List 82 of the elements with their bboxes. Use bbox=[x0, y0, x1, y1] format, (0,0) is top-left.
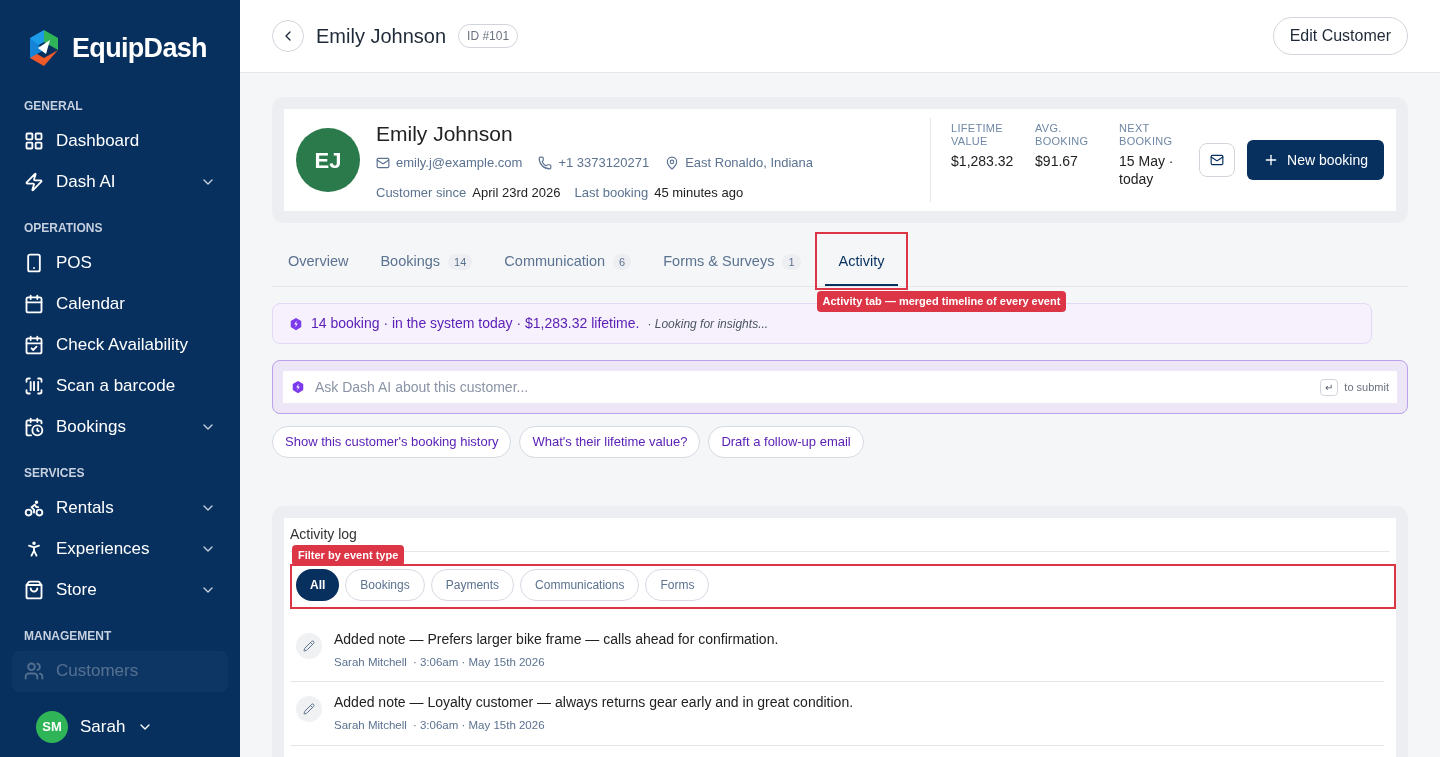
field-value: 45 minutes ago bbox=[654, 183, 744, 202]
calendar-check-icon bbox=[24, 335, 44, 355]
filter-chip[interactable]: All bbox=[296, 569, 340, 601]
customer-location: East Ronaldo, Indiana bbox=[685, 154, 814, 173]
customer-avatar: EJ bbox=[296, 128, 360, 192]
filter-chip[interactable]: Communications bbox=[520, 569, 640, 601]
filter-chip[interactable]: Forms bbox=[645, 569, 710, 601]
sidebar-item[interactable]: Dashboard bbox=[24, 120, 216, 162]
entry-time: · 3:06am · May 15th 2026 bbox=[412, 655, 545, 670]
count-badge: 1 bbox=[782, 253, 801, 271]
count-badge: 6 bbox=[613, 253, 632, 271]
sidebar-item[interactable]: Calendar bbox=[24, 283, 216, 325]
submit-hint: to submit bbox=[1344, 379, 1389, 395]
entry-time: · 3:06am · May 15th 2026 bbox=[412, 718, 545, 734]
field-label: Customer since bbox=[376, 183, 467, 202]
ai-bolt-icon bbox=[291, 380, 305, 394]
stat-label: LIFETIME VALUE bbox=[951, 122, 1004, 148]
entry-author: Sarah Mitchell bbox=[334, 718, 407, 734]
field-value: April 23rd 2026 bbox=[472, 183, 561, 202]
sidebar-item[interactable]: Bookings bbox=[24, 406, 216, 448]
tab[interactable]: Forms & Surveys 1 bbox=[649, 240, 815, 286]
new-booking-button[interactable]: New booking bbox=[1247, 140, 1384, 180]
suggestion-chip[interactable]: What's their lifetime value? bbox=[519, 426, 701, 458]
user-avatar: SM bbox=[36, 711, 68, 743]
tab[interactable]: Bookings 14 bbox=[366, 240, 487, 286]
bike-icon bbox=[24, 498, 44, 518]
filter-chip[interactable]: Bookings bbox=[345, 569, 425, 601]
entry-text: Added note — Prefers larger bike frame — calls ahead for confirmation. bbox=[334, 630, 779, 649]
bolt-icon bbox=[24, 172, 44, 192]
shopping-bag-icon bbox=[24, 580, 44, 600]
stat-value: 15 May · today bbox=[1119, 152, 1175, 188]
brand-name: EquipDash bbox=[72, 32, 207, 65]
tab[interactable]: Activity bbox=[824, 240, 899, 286]
page-title: Emily Johnson bbox=[316, 24, 447, 49]
insight-text: 14 booking · in the system today · $1,283.32 lifetime. bbox=[311, 314, 640, 333]
phone-icon bbox=[24, 253, 44, 273]
ai-bolt-icon bbox=[289, 316, 303, 331]
suggestion-chip[interactable]: Draft a follow-up email bbox=[708, 426, 864, 458]
suggestion-chip[interactable]: Show this customer's booking history bbox=[272, 426, 512, 458]
sidebar-item[interactable]: Experiences bbox=[24, 528, 216, 570]
filter-chip[interactable]: Payments bbox=[430, 569, 515, 601]
pencil-icon bbox=[303, 640, 315, 652]
section-heading: MANAGEMENT bbox=[24, 627, 113, 645]
sidebar-item[interactable]: Scan a barcode bbox=[24, 365, 216, 407]
customer-phone[interactable]: +1 3373120271 bbox=[558, 153, 650, 173]
entry-author: Sarah Mitchell bbox=[334, 655, 407, 670]
grid-icon bbox=[24, 131, 44, 151]
stat-label: NEXT BOOKING bbox=[1119, 122, 1174, 148]
email-button[interactable] bbox=[1199, 143, 1236, 177]
barcode-scan-icon bbox=[24, 376, 44, 396]
field-label: Last booking bbox=[574, 183, 649, 202]
sidebar-item[interactable]: Dash AI bbox=[24, 161, 216, 203]
tab[interactable]: Communication 6 bbox=[490, 240, 646, 286]
customer-name: Emily Johnson bbox=[376, 120, 514, 147]
phone-icon bbox=[538, 156, 553, 170]
callout-label: Activity tab — merged timeline of every event bbox=[816, 291, 1067, 312]
section-heading: GENERAL bbox=[24, 97, 84, 115]
stat-label: AVG. BOOKING bbox=[1035, 122, 1090, 148]
stat-value: $1,283.32 bbox=[951, 152, 1015, 170]
section-heading: SERVICES bbox=[24, 464, 86, 482]
mail-icon bbox=[1210, 153, 1225, 167]
edit-customer-button[interactable]: Edit Customer bbox=[1272, 17, 1408, 55]
users-icon bbox=[24, 661, 44, 681]
entry-text: Added note — Loyalty customer — always returns gear early and in great condition. bbox=[334, 693, 854, 713]
stat-value: $91.67 bbox=[1035, 152, 1079, 170]
insight-status: · Looking for insights... bbox=[647, 315, 769, 333]
tab[interactable]: Overview bbox=[274, 240, 363, 286]
callout-label: Filter by event type bbox=[292, 545, 405, 566]
customer-email[interactable]: emily.j@example.com bbox=[396, 153, 523, 173]
sidebar-item[interactable]: Rentals bbox=[24, 487, 216, 529]
sidebar-item[interactable]: POS bbox=[24, 242, 216, 284]
user-name: Sarah bbox=[80, 716, 126, 739]
calendar-clock-icon bbox=[24, 417, 44, 437]
section-heading: OPERATIONS bbox=[24, 219, 104, 237]
enter-key: ↵ bbox=[1320, 378, 1339, 396]
pencil-icon bbox=[303, 703, 315, 716]
sidebar-item[interactable]: Check Availability bbox=[24, 324, 216, 366]
sidebar-item[interactable]: Store bbox=[24, 569, 216, 611]
mail-icon bbox=[376, 156, 390, 170]
map-pin-icon bbox=[665, 156, 680, 170]
count-badge: 14 bbox=[448, 253, 473, 271]
calendar-icon bbox=[24, 294, 44, 314]
